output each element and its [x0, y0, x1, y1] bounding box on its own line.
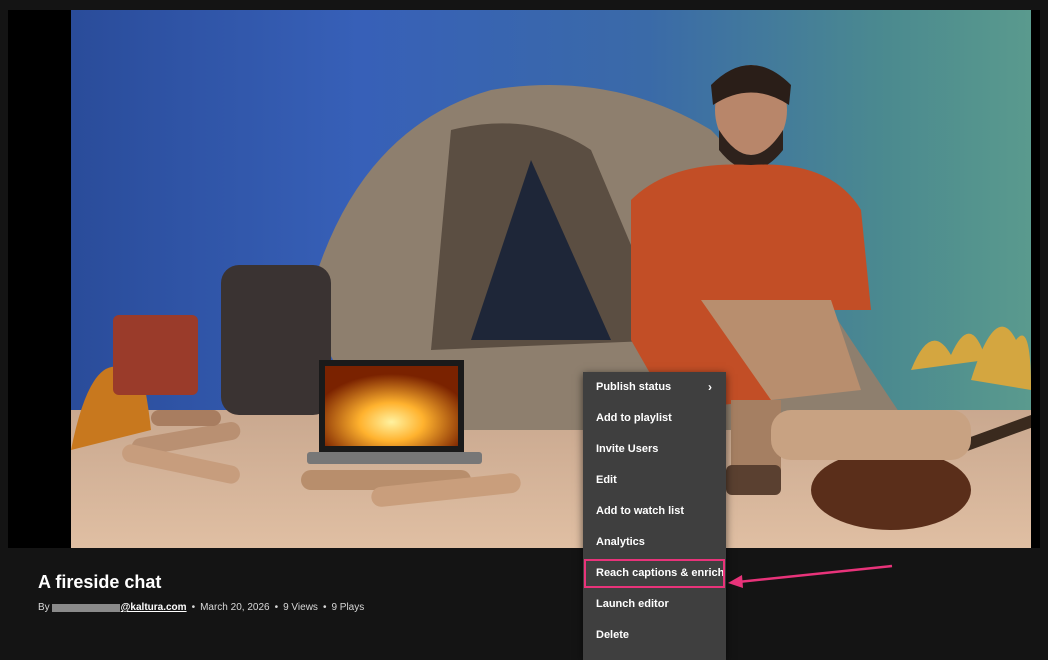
menu-item-label: Analytics [596, 536, 645, 548]
menu-item-add-to-playlist[interactable]: Add to playlist [583, 403, 726, 434]
separator-dot: • [322, 602, 327, 613]
menu-item-label: Launch editor [596, 598, 669, 610]
video-player[interactable] [8, 10, 1040, 548]
menu-item-edit[interactable]: Edit [583, 465, 726, 496]
entry-date: March 20, 2026 [200, 602, 270, 613]
menu-item-label: Add to watch list [596, 505, 684, 517]
menu-item-label: Add to playlist [596, 412, 672, 424]
menu-item-delete[interactable]: Delete [583, 620, 726, 651]
actions-context-menu: Publish status › Add to playlist Invite … [583, 372, 726, 660]
menu-item-invite-users[interactable]: Invite Users [583, 434, 726, 465]
menu-item-publish-status[interactable]: Publish status › [583, 372, 726, 403]
owner-link[interactable]: @kaltura.com [121, 602, 187, 613]
menu-item-label: Publish status [596, 381, 672, 393]
chevron-right-icon: › [708, 380, 712, 394]
menu-item-label: Delete [596, 629, 630, 641]
video-frame[interactable] [71, 10, 1031, 548]
entry-title: A fireside chat [38, 572, 162, 592]
menu-item-label: Reach captions & enrich [596, 567, 725, 579]
menu-item-launch-editor[interactable]: Launch editor [583, 589, 726, 620]
annotation-arrow-icon [728, 564, 893, 588]
menu-item-label: Invite Users [596, 443, 659, 455]
entry-views: 9 Views [283, 602, 318, 613]
redacted-owner-name [51, 603, 120, 612]
entry-plays: 9 Plays [331, 602, 365, 613]
entry-metadata: By @kaltura.com • March 20, 2026 • 9 Vie… [38, 602, 364, 613]
menu-item-analytics[interactable]: Analytics [583, 527, 726, 558]
video-scene-image [71, 65, 1031, 548]
menu-item-label: Edit [596, 474, 617, 486]
menu-item-reach-captions-enrich[interactable]: Reach captions & enrich [583, 558, 726, 589]
separator-dot: • [191, 602, 196, 613]
menu-item-add-to-watch-list[interactable]: Add to watch list [583, 496, 726, 527]
by-label: By [38, 602, 50, 613]
separator-dot: • [274, 602, 279, 613]
